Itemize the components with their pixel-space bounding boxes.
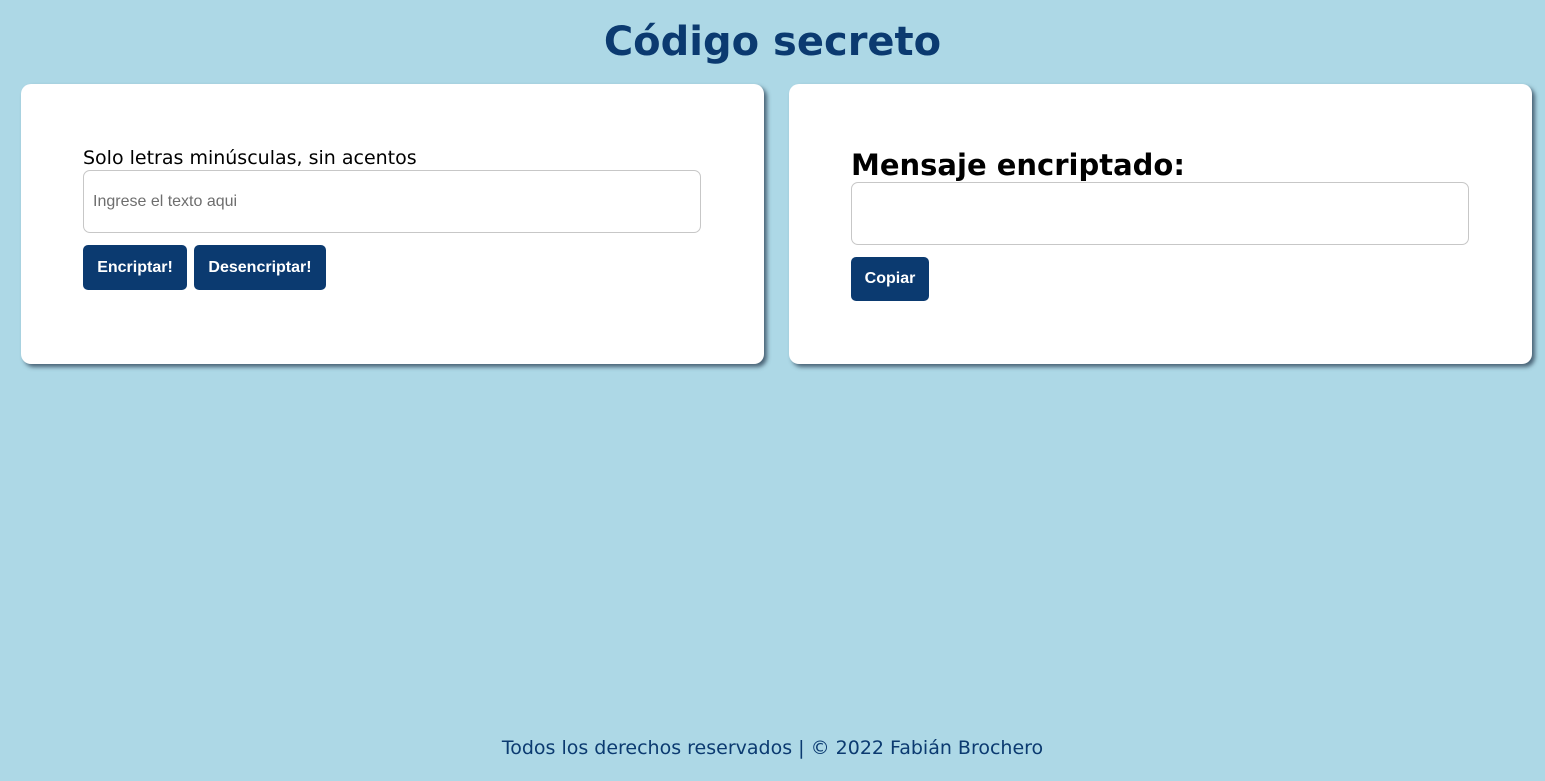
decrypt-button[interactable]: Desencriptar! bbox=[194, 245, 326, 290]
encrypt-panel: Solo letras minúsculas, sin acentos Encr… bbox=[21, 84, 764, 364]
result-panel: Mensaje encriptado: Copiar bbox=[789, 84, 1532, 364]
result-output[interactable] bbox=[851, 182, 1469, 245]
copy-button[interactable]: Copiar bbox=[851, 257, 929, 301]
text-input[interactable] bbox=[83, 170, 701, 233]
footer-copyright: Todos los derechos reservados | © 2022 F… bbox=[501, 737, 1044, 759]
page-title: Código secreto bbox=[603, 19, 942, 65]
instruction-label: Solo letras minúsculas, sin acentos bbox=[83, 147, 417, 169]
encrypt-button[interactable]: Encriptar! bbox=[83, 245, 187, 290]
result-heading: Mensaje encriptado: bbox=[851, 148, 1185, 182]
